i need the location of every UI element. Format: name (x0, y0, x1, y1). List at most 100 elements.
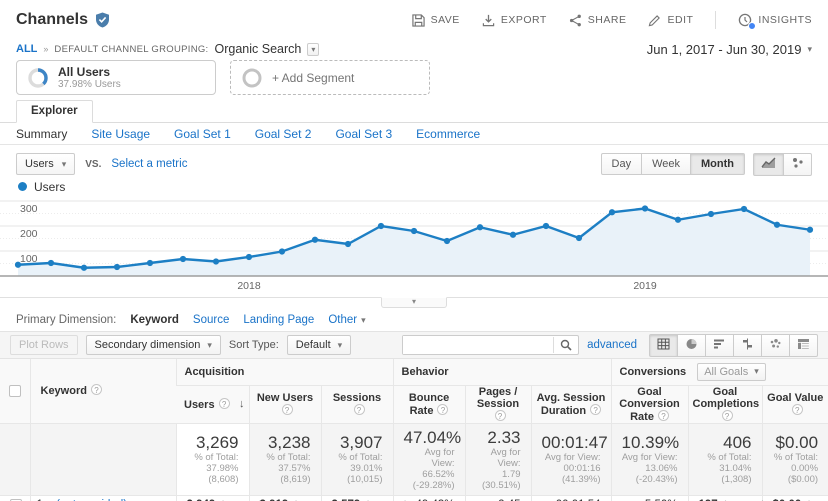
sort-descending-icon[interactable]: ↓ (239, 398, 245, 410)
timeseries-chart[interactable]: 10020030020182019 (0, 194, 828, 297)
insights-icon (738, 13, 752, 27)
all-goals-dropdown[interactable]: All Goals ▾ (697, 363, 766, 381)
select-all-checkbox[interactable] (9, 385, 21, 397)
chart-point[interactable] (378, 223, 384, 229)
help-icon[interactable]: ? (219, 398, 230, 409)
pivot-view-button[interactable] (790, 334, 818, 357)
subnav-summary[interactable]: Summary (16, 127, 67, 141)
share-button[interactable]: SHARE (569, 14, 627, 27)
chart-point[interactable] (576, 235, 582, 241)
group-header-conversions: Conversions All Goals ▾ (611, 359, 828, 385)
secondary-dimension-dropdown[interactable]: Secondary dimension ▾ (86, 335, 221, 355)
column-header-goal-conversion-rate[interactable]: Goal Conversion Rate? (611, 385, 688, 423)
chart-point[interactable] (477, 224, 483, 230)
subnav-ecommerce[interactable]: Ecommerce (416, 127, 480, 141)
advanced-search-link[interactable]: advanced (587, 339, 637, 351)
dimension-landing-page[interactable]: Landing Page (243, 314, 314, 326)
performance-view-button[interactable] (706, 334, 734, 357)
metric-selector[interactable]: Users ▾ (16, 153, 75, 175)
chart-point[interactable] (444, 238, 450, 244)
search-icon[interactable] (553, 337, 578, 353)
chart-point[interactable] (411, 228, 417, 234)
data-table-view-button[interactable] (649, 334, 678, 357)
plot-rows-button[interactable]: Plot Rows (10, 335, 78, 355)
tab-explorer[interactable]: Explorer (16, 100, 93, 123)
chart-point[interactable] (147, 260, 153, 266)
help-icon[interactable]: ? (495, 410, 506, 421)
dimension-source[interactable]: Source (193, 314, 229, 326)
keyword-table: Keyword? Acquisition Behavior Conversion… (0, 359, 828, 501)
edit-button[interactable]: EDIT (648, 14, 693, 27)
help-icon[interactable]: ? (658, 410, 669, 421)
chart-point[interactable] (114, 264, 120, 270)
column-header-keyword[interactable]: Keyword? (30, 359, 176, 423)
dimension-keyword[interactable]: Keyword (130, 314, 179, 326)
column-header-sessions[interactable]: Sessions? (321, 385, 393, 423)
column-header-users[interactable]: Users?↓ (176, 385, 249, 423)
chart-point[interactable] (345, 241, 351, 247)
export-button[interactable]: EXPORT (482, 14, 547, 27)
help-icon[interactable]: ? (722, 410, 733, 421)
segment-all-users[interactable]: All Users 37.98% Users (16, 60, 216, 95)
term-cloud-view-button[interactable] (762, 334, 790, 357)
chart-point[interactable] (609, 209, 615, 215)
granularity-month-button[interactable]: Month (691, 153, 745, 175)
help-icon[interactable]: ? (792, 404, 803, 415)
chart-point[interactable] (48, 260, 54, 266)
column-header-goal-value[interactable]: Goal Value? (762, 385, 828, 423)
save-button[interactable]: SAVE (412, 14, 460, 27)
column-header-pages-session[interactable]: Pages / Session? (465, 385, 531, 423)
chart-point[interactable] (312, 237, 318, 243)
column-header-avg-session-duration[interactable]: Avg. Session Duration? (531, 385, 611, 423)
chart-point[interactable] (741, 206, 747, 212)
chart-point[interactable] (807, 227, 813, 233)
chart-point[interactable] (15, 262, 21, 268)
granularity-day-button[interactable]: Day (601, 153, 643, 175)
sort-type-dropdown[interactable]: Default ▾ (287, 335, 351, 355)
column-header-new-users[interactable]: New Users? (249, 385, 321, 423)
dimension-other-dropdown[interactable]: Other ▾ (328, 314, 365, 326)
breadcrumb-all-link[interactable]: ALL (16, 43, 37, 55)
chart-point[interactable] (510, 232, 516, 238)
add-segment-button[interactable]: + Add Segment (230, 60, 430, 95)
chart-point[interactable] (774, 222, 780, 228)
comparison-view-button[interactable] (734, 334, 762, 357)
motion-chart-view-button[interactable] (784, 153, 812, 176)
help-icon[interactable]: ? (590, 404, 601, 415)
search-input[interactable] (403, 336, 553, 354)
pivot-view-icon (797, 338, 810, 353)
chart-point[interactable] (180, 256, 186, 262)
subnav-goal-set-1[interactable]: Goal Set 1 (174, 127, 231, 141)
chart-point[interactable] (708, 211, 714, 217)
chart-point[interactable] (642, 205, 648, 211)
subnav-goal-set-2[interactable]: Goal Set 2 (255, 127, 312, 141)
percentage-view-button[interactable] (678, 334, 706, 357)
subnav-site-usage[interactable]: Site Usage (91, 127, 150, 141)
chart-point[interactable] (81, 265, 87, 271)
chart-point[interactable] (246, 254, 252, 260)
chart-point[interactable] (675, 217, 681, 223)
table-toolbar: Plot Rows Secondary dimension ▾ Sort Typ… (0, 331, 828, 359)
chart-point[interactable] (543, 223, 549, 229)
column-header-goal-completions[interactable]: Goal Completions? (688, 385, 762, 423)
column-header-bounce-rate[interactable]: Bounce Rate? (393, 385, 465, 423)
line-chart-view-button[interactable] (753, 153, 784, 176)
insights-button[interactable]: INSIGHTS (738, 13, 812, 27)
select-metric-link[interactable]: Select a metric (111, 158, 187, 170)
granularity-week-button[interactable]: Week (642, 153, 691, 175)
chart-point[interactable] (279, 248, 285, 254)
chart-point[interactable] (213, 258, 219, 264)
chart-legend: Users (0, 179, 828, 194)
report-tab-bar: Explorer (0, 100, 828, 123)
channel-grouping-dropdown[interactable]: ▾ (307, 43, 319, 56)
help-icon[interactable]: ? (437, 404, 448, 415)
date-range-selector[interactable]: Jun 1, 2017 - Jun 30, 2019 ▾ (647, 42, 812, 57)
insights-badge (748, 22, 756, 30)
primary-dimension-bar: Primary Dimension: Keyword Source Landin… (0, 309, 828, 331)
help-icon[interactable]: ? (354, 404, 365, 415)
subnav-goal-set-3[interactable]: Goal Set 3 (335, 127, 392, 141)
help-icon[interactable]: ? (282, 404, 293, 415)
chart-collapse-handle[interactable]: ▾ (381, 297, 447, 308)
segment-detail: 37.98% Users (58, 79, 121, 90)
help-icon[interactable]: ? (91, 384, 102, 395)
